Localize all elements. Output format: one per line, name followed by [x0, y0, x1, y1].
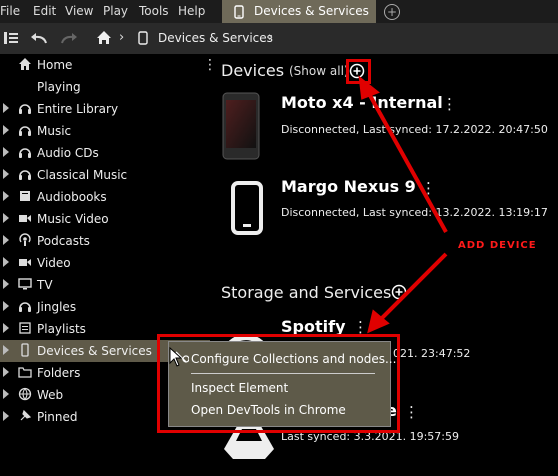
annotation-label: ADD DEVICE	[458, 240, 537, 251]
annotation-arrows	[358, 75, 448, 334]
